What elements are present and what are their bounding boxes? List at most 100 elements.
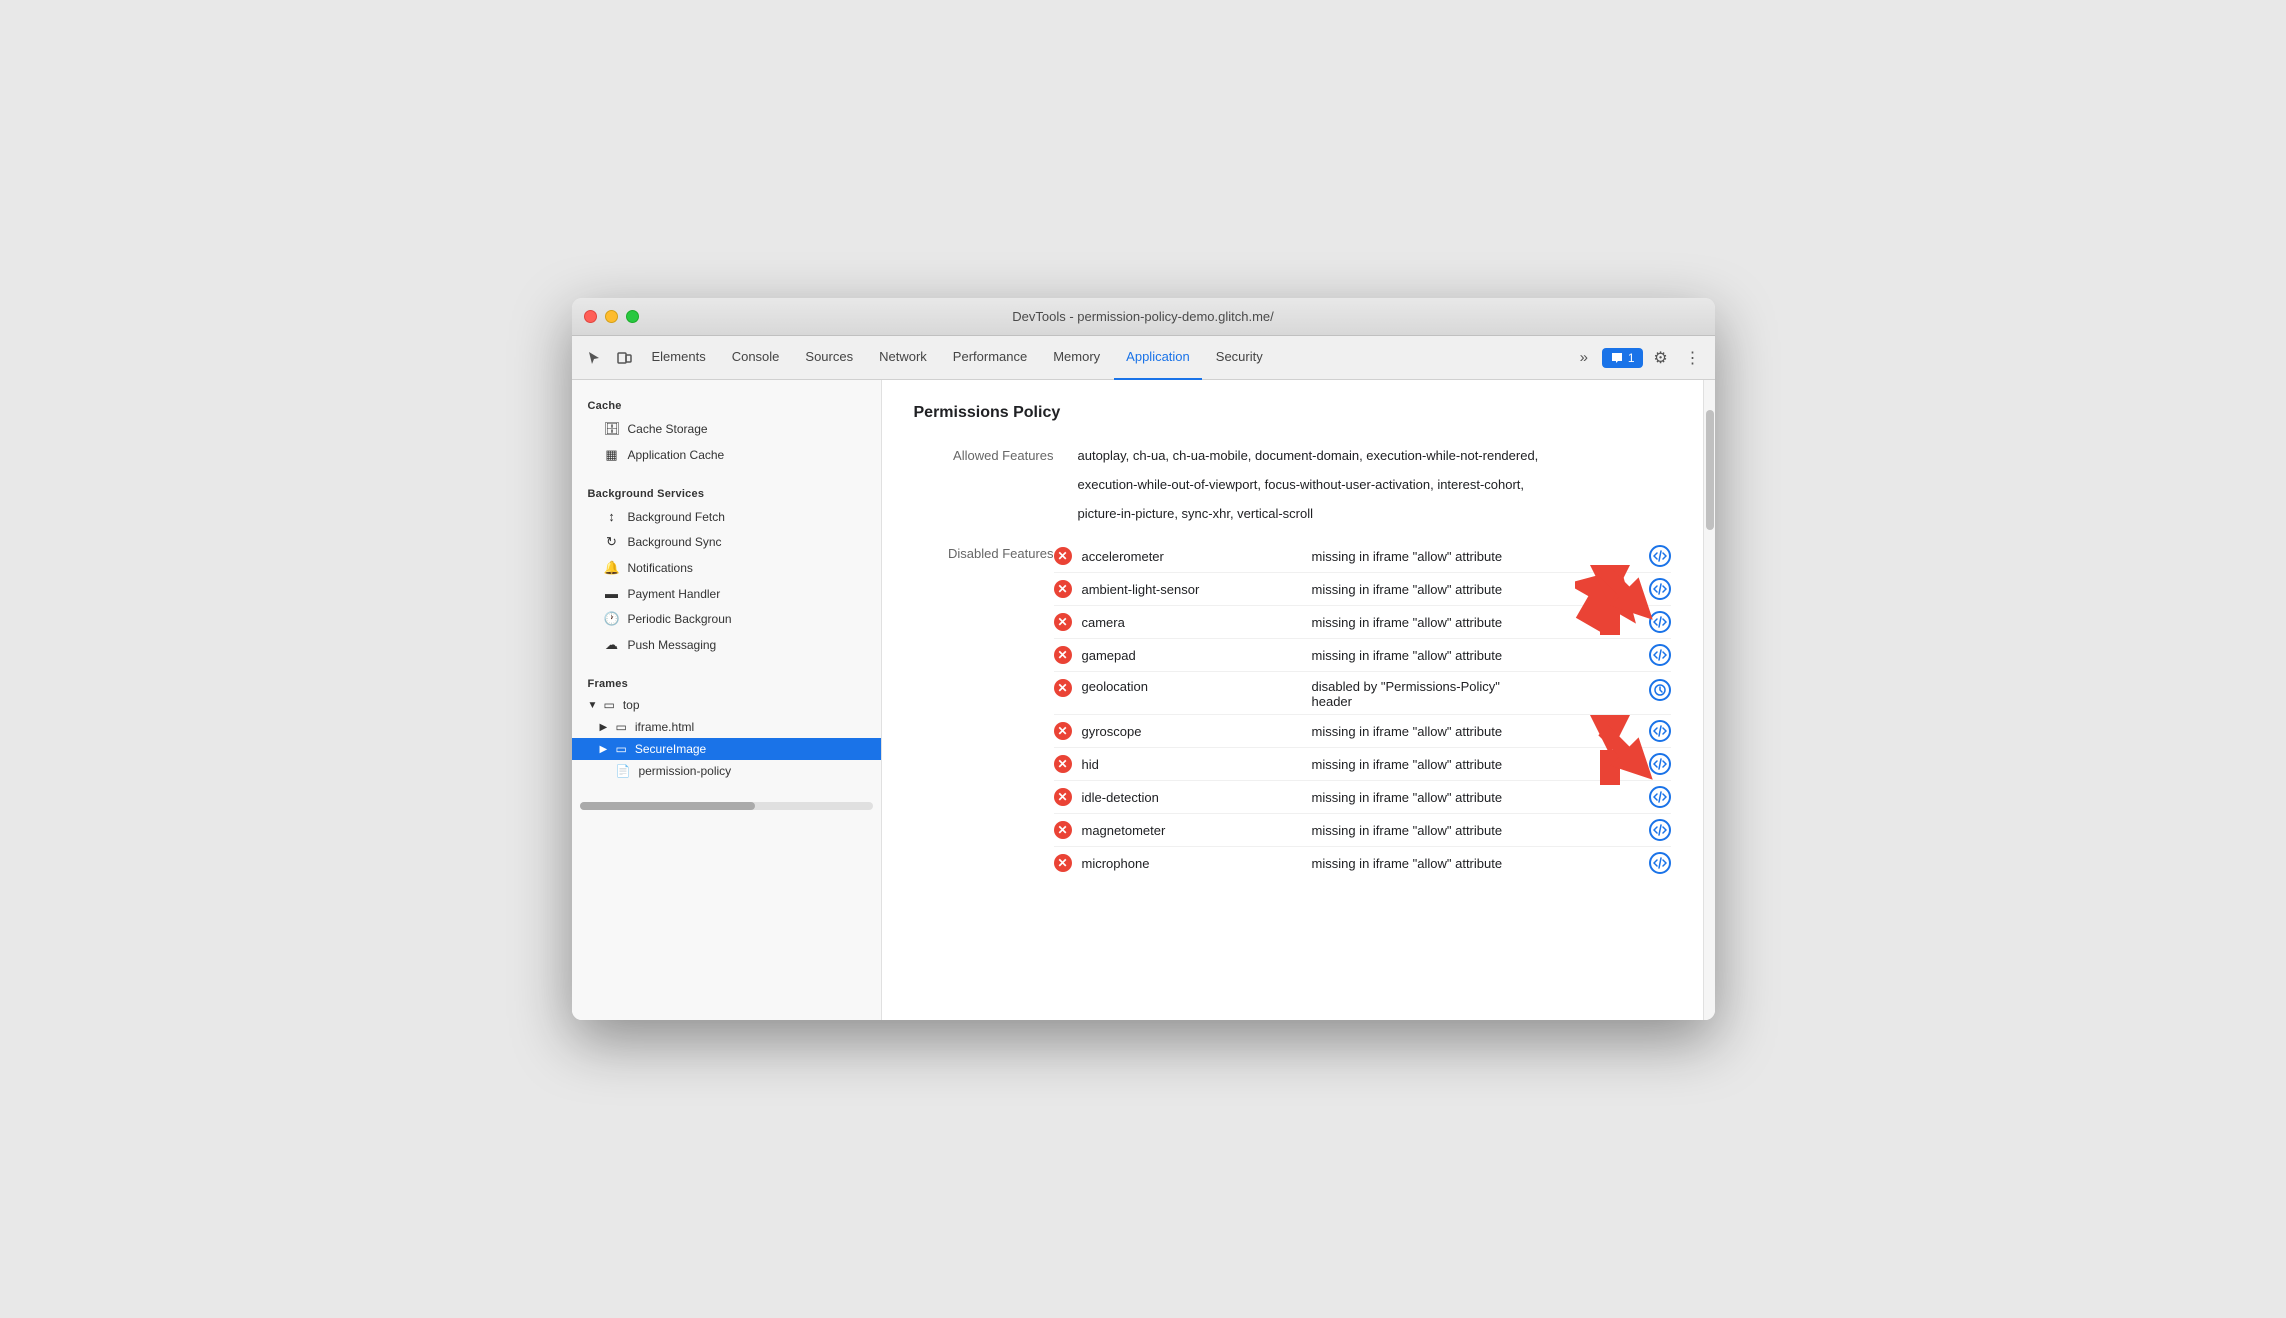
payment-handler-label: Payment Handler [628, 587, 721, 601]
messages-badge-button[interactable]: 1 [1602, 348, 1643, 368]
error-icon-gamepad: ✕ [1054, 646, 1072, 664]
panel-title: Permissions Policy [914, 404, 1671, 422]
tab-sources[interactable]: Sources [793, 336, 865, 380]
source-link-gamepad[interactable] [1649, 644, 1671, 666]
feature-reason-ambient: missing in iframe "allow" attribute [1312, 582, 1639, 597]
feature-row-hid: ✕ hid missing in iframe "allow" attribut… [1054, 748, 1671, 781]
sidebar-item-bg-sync[interactable]: ↻ Background Sync [572, 529, 881, 555]
maximize-button[interactable] [626, 310, 639, 323]
bell-icon: 🔔 [604, 560, 620, 576]
tree-item-iframe[interactable]: ▶ ▭ iframe.html [572, 716, 881, 738]
tab-performance[interactable]: Performance [941, 336, 1039, 380]
feature-row-ambient: ✕ ambient-light-sensor missing in iframe… [1054, 573, 1671, 606]
feature-reason-camera: missing in iframe "allow" attribute [1312, 615, 1639, 630]
source-link-accelerometer[interactable] [1649, 545, 1671, 567]
sidebar-item-payment-handler[interactable]: ▬ Payment Handler [572, 581, 881, 606]
source-link-gyroscope[interactable] [1649, 720, 1671, 742]
feature-reason-hid: missing in iframe "allow" attribute [1312, 757, 1639, 772]
more-options-button[interactable]: ⋮ [1679, 344, 1707, 372]
error-icon-magnetometer: ✕ [1054, 821, 1072, 839]
notifications-label: Notifications [628, 561, 693, 575]
tab-security[interactable]: Security [1204, 336, 1275, 380]
main-scrollbar[interactable] [1703, 380, 1715, 1020]
chevron-right-icon-2: ▶ [600, 744, 612, 755]
devtools-window: DevTools - permission-policy-demo.glitch… [572, 298, 1715, 1020]
tree-item-secure-image[interactable]: ▶ ▭ SecureImage [572, 738, 881, 760]
error-icon-microphone: ✕ [1054, 854, 1072, 872]
feature-name-hid: hid [1082, 757, 1302, 772]
page-icon: ▭ [604, 698, 615, 712]
sidebar-item-push-messaging[interactable]: ☁ Push Messaging [572, 632, 881, 658]
policy-file-label: permission-policy [638, 764, 731, 778]
feature-name-camera: camera [1082, 615, 1302, 630]
feature-row-camera: ✕ camera missing in iframe "allow" attri… [1054, 606, 1671, 639]
tab-right-buttons: » 1 ⚙ ⋮ [1570, 344, 1707, 372]
geolocation-reason-line2: header [1312, 694, 1639, 709]
bg-fetch-label: Background Fetch [628, 510, 725, 524]
tabs-bar: Elements Console Sources Network Perform… [572, 336, 1715, 380]
error-icon-ambient: ✕ [1054, 580, 1072, 598]
settings-button[interactable]: ⚙ [1647, 344, 1675, 372]
clock-icon: 🕐 [604, 611, 620, 627]
chevron-down-icon: ▼ [588, 700, 600, 711]
disabled-features-list: ✕ accelerometer missing in iframe "allow… [1054, 540, 1671, 879]
iframe-label: iframe.html [635, 720, 694, 734]
feature-name-magnetometer: magnetometer [1082, 823, 1302, 838]
device-toggle-btn[interactable] [610, 344, 638, 372]
frame-icon: ▭ [616, 720, 627, 734]
sidebar-scrollbar[interactable] [572, 802, 881, 822]
source-link-camera[interactable] [1649, 611, 1671, 633]
sidebar-item-notifications[interactable]: 🔔 Notifications [572, 555, 881, 581]
source-link-idle[interactable] [1649, 786, 1671, 808]
bg-sync-label: Background Sync [628, 535, 722, 549]
feature-row-accelerometer: ✕ accelerometer missing in iframe "allow… [1054, 540, 1671, 573]
tab-elements[interactable]: Elements [640, 336, 718, 380]
tab-application[interactable]: Application [1114, 336, 1202, 380]
sync-icon: ↻ [604, 534, 620, 550]
source-link-microphone[interactable] [1649, 852, 1671, 874]
cursor-icon-btn[interactable] [580, 344, 608, 372]
cloud-icon: ☁ [604, 637, 620, 653]
tab-network[interactable]: Network [867, 336, 939, 380]
error-icon-camera: ✕ [1054, 613, 1072, 631]
sidebar-item-cache-storage[interactable]: 🗄 Cache Storage [572, 416, 881, 442]
tree-item-permission-policy[interactable]: 📄 permission-policy [572, 760, 881, 782]
application-cache-label: Application Cache [628, 448, 725, 462]
close-button[interactable] [584, 310, 597, 323]
periodic-bg-label: Periodic Backgroun [628, 612, 732, 626]
secure-image-label: SecureImage [635, 742, 706, 756]
tab-console[interactable]: Console [720, 336, 792, 380]
grid-icon: ▦ [604, 447, 620, 463]
allowed-features-label: Allowed Features [914, 446, 1054, 524]
sidebar-item-application-cache[interactable]: ▦ Application Cache [572, 442, 881, 468]
feature-reason-accelerometer: missing in iframe "allow" attribute [1312, 549, 1639, 564]
tab-memory[interactable]: Memory [1041, 336, 1112, 380]
feature-reason-geolocation: disabled by "Permissions-Policy" header [1312, 679, 1639, 709]
sidebar-item-periodic-bg[interactable]: 🕐 Periodic Backgroun [572, 606, 881, 632]
feature-reason-idle: missing in iframe "allow" attribute [1312, 790, 1639, 805]
feature-row-gyroscope: ✕ gyroscope missing in iframe "allow" at… [1054, 715, 1671, 748]
window-title: DevTools - permission-policy-demo.glitch… [1012, 309, 1274, 324]
source-link-ambient[interactable] [1649, 578, 1671, 600]
bg-services-section-label: Background Services [572, 476, 881, 504]
tree-item-top[interactable]: ▼ ▭ top [572, 694, 881, 716]
top-label: top [623, 698, 640, 712]
feature-row-microphone: ✕ microphone missing in iframe "allow" a… [1054, 847, 1671, 879]
feature-row-geolocation: ✕ geolocation disabled by "Permissions-P… [1054, 672, 1671, 715]
file-icon: 📄 [616, 764, 631, 778]
push-messaging-label: Push Messaging [628, 638, 717, 652]
source-link-geolocation[interactable] [1649, 679, 1671, 701]
devtools-body: Elements Console Sources Network Perform… [572, 336, 1715, 1020]
feature-row-magnetometer: ✕ magnetometer missing in iframe "allow"… [1054, 814, 1671, 847]
minimize-button[interactable] [605, 310, 618, 323]
more-tabs-button[interactable]: » [1570, 344, 1598, 372]
error-icon-accelerometer: ✕ [1054, 547, 1072, 565]
allowed-line-1: autoplay, ch-ua, ch-ua-mobile, document-… [1078, 446, 1539, 467]
sidebar-item-bg-fetch[interactable]: ↕ Background Fetch [572, 504, 881, 529]
error-icon-gyroscope: ✕ [1054, 722, 1072, 740]
geolocation-reason-line1: disabled by "Permissions-Policy" [1312, 679, 1639, 694]
source-link-hid[interactable] [1649, 753, 1671, 775]
source-link-magnetometer[interactable] [1649, 819, 1671, 841]
content-area: Cache 🗄 Cache Storage ▦ Application Cach… [572, 380, 1715, 1020]
cache-storage-label: Cache Storage [628, 422, 708, 436]
